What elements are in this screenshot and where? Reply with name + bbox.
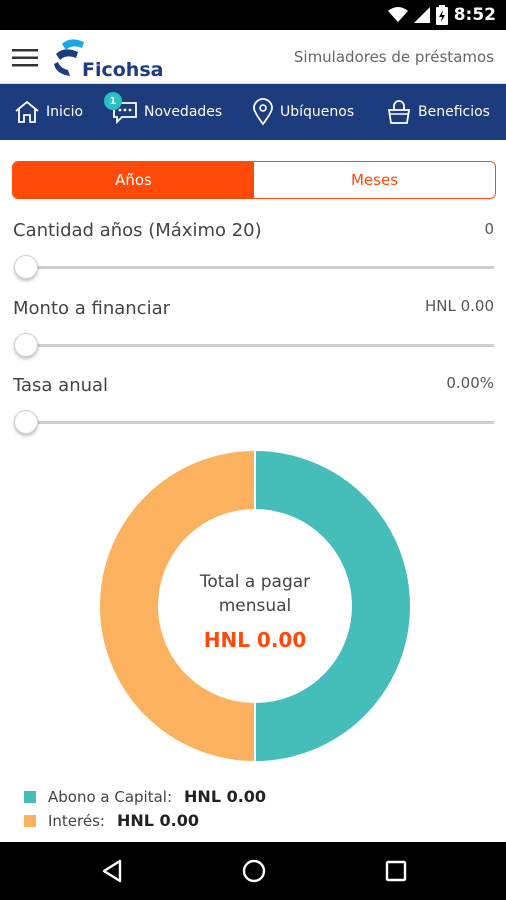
app-bar: Ficohsa Simuladores de préstamos bbox=[0, 30, 506, 84]
legend-value-capital: HNL 0.00 bbox=[184, 787, 267, 806]
years-label: Cantidad años (Máximo 20) bbox=[13, 220, 262, 241]
rate-slider-track[interactable] bbox=[20, 421, 494, 424]
nav-item-novedades[interactable]: Novedades bbox=[112, 84, 222, 140]
legend-label-interest: Interés: bbox=[48, 811, 105, 830]
nav-label-ubiquenos: Ubíquenos bbox=[280, 104, 355, 120]
battery-icon bbox=[435, 5, 448, 25]
status-time: 8:52 bbox=[453, 5, 496, 25]
rate-label: Tasa anual bbox=[13, 375, 109, 396]
status-bar: 8:52 bbox=[0, 0, 506, 30]
notification-badge: 1 bbox=[104, 92, 122, 110]
period-toggle: Años Meses bbox=[12, 161, 496, 199]
total-label-line1: Total a pagar bbox=[199, 572, 311, 592]
legend-value-interest: HNL 0.00 bbox=[116, 811, 200, 830]
home-icon bbox=[15, 100, 39, 123]
rate-slider-thumb[interactable] bbox=[14, 410, 38, 434]
ficohsa-logo: Ficohsa bbox=[54, 39, 163, 80]
nav-item-ubiquenos[interactable]: Ubíquenos bbox=[252, 84, 354, 140]
total-value: HNL 0.00 bbox=[203, 628, 307, 652]
nav-label-novedades: Novedades bbox=[144, 104, 223, 120]
back-icon[interactable] bbox=[100, 858, 124, 884]
recents-icon[interactable] bbox=[384, 858, 408, 884]
shopping-bag-icon bbox=[387, 100, 411, 124]
nav-label-beneficios: Beneficios bbox=[418, 104, 490, 120]
status-icons: 8:52 bbox=[387, 4, 496, 26]
years-slider-track[interactable] bbox=[20, 266, 494, 269]
amount-slider-track[interactable] bbox=[20, 344, 494, 347]
signal-icon bbox=[413, 7, 430, 23]
hamburger-menu-icon[interactable] bbox=[12, 48, 38, 68]
nav-item-beneficios[interactable]: Beneficios bbox=[386, 84, 490, 140]
years-slider-thumb[interactable] bbox=[14, 255, 38, 279]
location-pin-icon bbox=[253, 98, 273, 126]
years-value: 0 bbox=[484, 220, 494, 238]
nav-label-inicio: Inicio bbox=[46, 104, 84, 120]
brand-name: Ficohsa bbox=[82, 59, 163, 80]
total-label-line2: mensual bbox=[218, 596, 292, 616]
amount-slider-thumb[interactable] bbox=[14, 333, 38, 357]
nav-item-inicio[interactable]: Inicio bbox=[14, 84, 83, 140]
toggle-months[interactable]: Meses bbox=[254, 162, 495, 198]
toggle-years[interactable]: Años bbox=[13, 162, 254, 198]
legend-interest: Interés: HNL 0.00 bbox=[24, 811, 199, 830]
total-summary: Total a pagar mensual HNL 0.00 bbox=[99, 570, 411, 652]
system-nav-bar bbox=[0, 842, 506, 900]
rate-value: 0.00% bbox=[446, 374, 494, 392]
home-circle-icon[interactable] bbox=[241, 858, 267, 884]
legend-swatch-capital bbox=[24, 790, 36, 803]
amount-label: Monto a financiar bbox=[13, 298, 171, 319]
legend-swatch-interest bbox=[24, 814, 36, 827]
legend-capital: Abono a Capital: HNL 0.00 bbox=[24, 787, 266, 806]
top-nav: Inicio Novedades 1 Ubíquenos Beneficios bbox=[0, 84, 506, 140]
page-title: Simuladores de préstamos bbox=[293, 48, 494, 66]
wifi-icon bbox=[387, 7, 408, 22]
legend-label-capital: Abono a Capital: bbox=[48, 787, 173, 806]
amount-value: HNL 0.00 bbox=[424, 297, 494, 315]
